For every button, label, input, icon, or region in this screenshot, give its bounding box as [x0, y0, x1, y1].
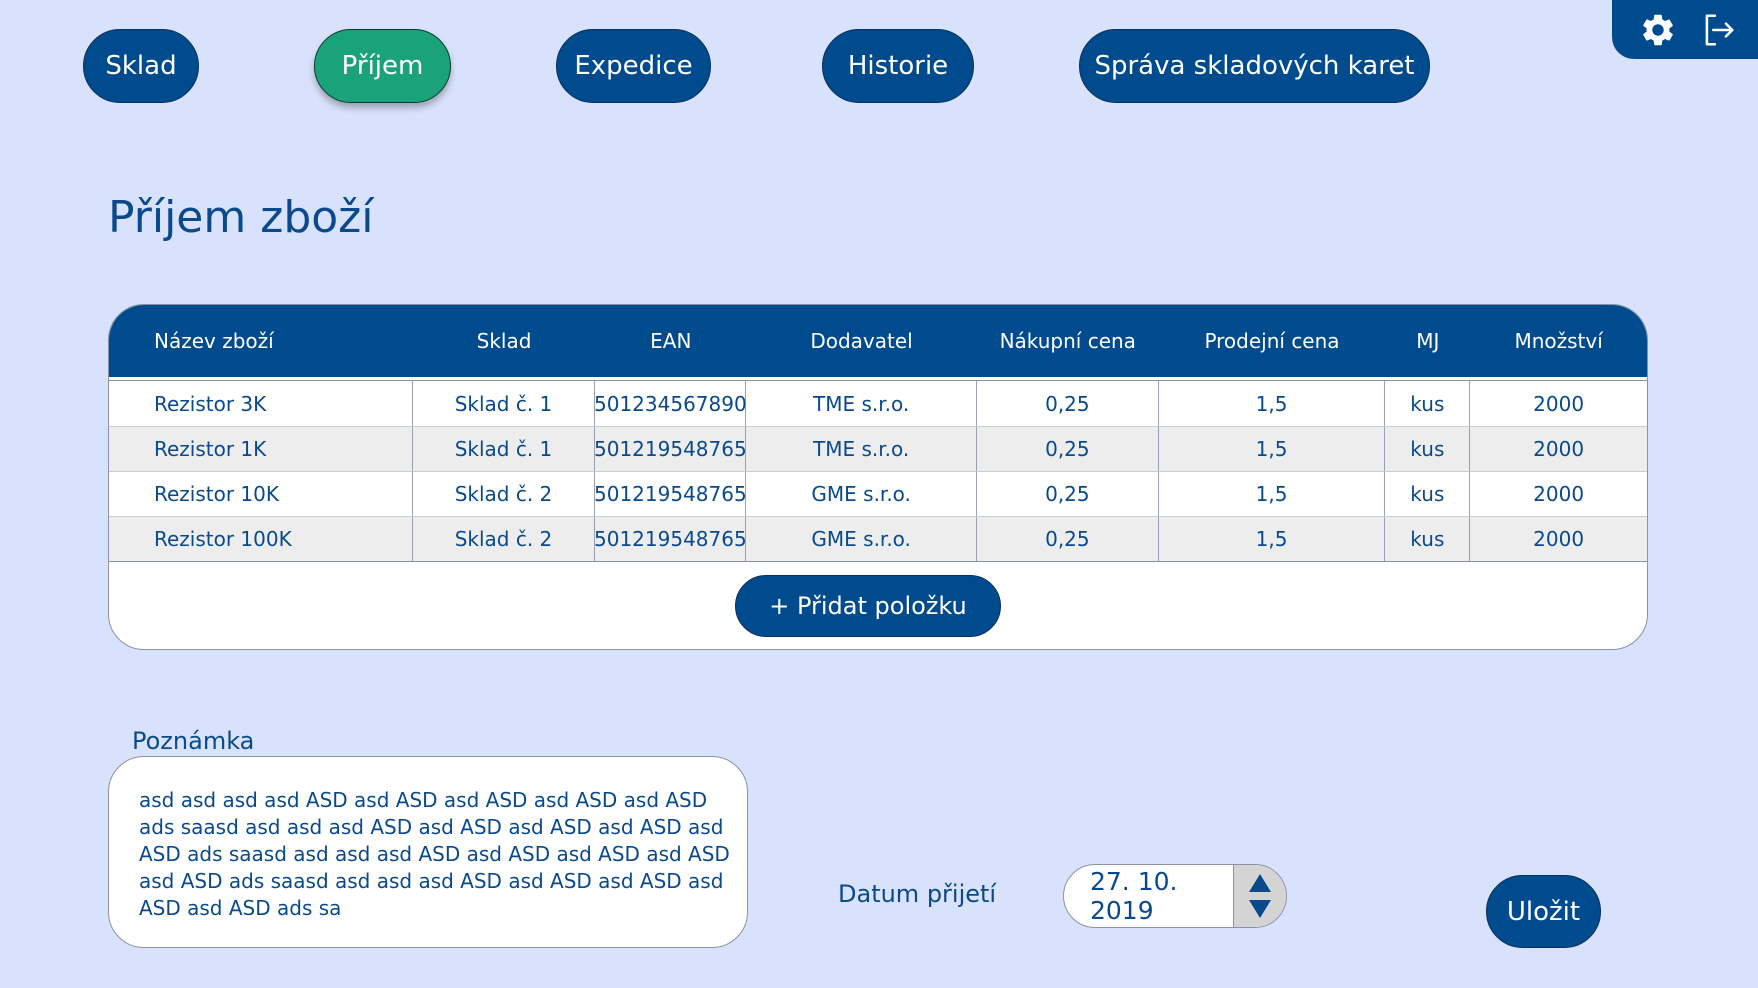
cell-purchase-price: 0,25 — [977, 381, 1159, 426]
cell-quantity: 2000 — [1533, 482, 1585, 506]
cell-sale-price: 1,5 — [1159, 427, 1386, 471]
cell-ean: 501219548765 — [594, 472, 747, 516]
cell-supplier: TME s.r.o. — [746, 381, 977, 426]
column-header-unit[interactable]: MJ — [1385, 305, 1470, 377]
cell-unit: kus — [1385, 517, 1471, 561]
cell-purchase-price: 0,25 — [977, 427, 1159, 471]
table-body: Rezistor 3K Sklad č. 1 501234567890 TME … — [109, 380, 1647, 562]
cell-quantity: 2000 — [1533, 391, 1585, 416]
top-right-toolbar — [1612, 0, 1758, 59]
cell-name: Rezistor 1K — [109, 427, 413, 471]
nav-sprava-button[interactable]: Správa skladových karet — [1079, 29, 1430, 103]
date-input[interactable]: 27. 10. 2019 — [1063, 864, 1287, 928]
cell-warehouse: Sklad č. 1 — [413, 381, 596, 426]
cell-quantity: 2000 — [1533, 527, 1585, 551]
cell-name: Rezistor 3K — [109, 381, 413, 426]
table-row[interactable]: Rezistor 10K Sklad č. 2 501219548765 GME… — [109, 471, 1647, 516]
date-label: Datum přijetí — [838, 880, 997, 908]
cell-sale-price: 1,5 — [1159, 517, 1386, 561]
nav-prijem-button[interactable]: Příjem — [314, 29, 451, 103]
column-header-warehouse[interactable]: Sklad — [413, 305, 596, 377]
cell-purchase-price: 0,25 — [977, 517, 1159, 561]
cell-supplier: GME s.r.o. — [746, 472, 977, 516]
nav-expedice-button[interactable]: Expedice — [556, 29, 711, 103]
column-header-name[interactable]: Název zboží — [109, 305, 413, 377]
cell-name: Rezistor 10K — [109, 472, 413, 516]
cell-supplier: TME s.r.o. — [746, 427, 977, 471]
cell-purchase-price: 0,25 — [977, 472, 1159, 516]
cell-unit: kus — [1385, 472, 1471, 516]
column-header-supplier[interactable]: Dodavatel — [746, 305, 977, 377]
items-table: Název zboží Sklad EAN Dodavatel Nákupní … — [108, 304, 1648, 650]
date-value[interactable]: 27. 10. 2019 — [1064, 865, 1233, 927]
column-header-ean[interactable]: EAN — [595, 305, 746, 377]
cell-name: Rezistor 100K — [109, 517, 413, 561]
cell-unit: kus — [1385, 427, 1471, 471]
logout-icon[interactable] — [1697, 9, 1739, 51]
cell-warehouse: Sklad č. 2 — [413, 517, 596, 561]
column-header-sale-price[interactable]: Prodejní cena — [1159, 305, 1386, 377]
save-button[interactable]: Uložit — [1486, 875, 1601, 948]
note-label: Poznámka — [132, 727, 255, 755]
cell-supplier: GME s.r.o. — [746, 517, 977, 561]
table-header: Název zboží Sklad EAN Dodavatel Nákupní … — [109, 305, 1647, 377]
cell-warehouse: Sklad č. 2 — [413, 472, 596, 516]
table-row[interactable]: Rezistor 100K Sklad č. 2 501219548765 GM… — [109, 516, 1647, 561]
nav-sklad-button[interactable]: Sklad — [83, 29, 199, 103]
page-title: Příjem zboží — [108, 192, 374, 243]
cell-ean: 501219548765 — [594, 427, 747, 471]
table-row[interactable]: Rezistor 1K Sklad č. 1 501219548765 TME … — [109, 426, 1647, 471]
nav-historie-button[interactable]: Historie — [822, 29, 974, 103]
triangle-up-icon[interactable] — [1248, 873, 1272, 893]
cell-warehouse: Sklad č. 1 — [413, 427, 596, 471]
gear-icon[interactable] — [1637, 9, 1679, 51]
triangle-down-icon[interactable] — [1248, 899, 1272, 919]
column-header-purchase-price[interactable]: Nákupní cena — [977, 305, 1159, 377]
table-row[interactable]: Rezistor 3K Sklad č. 1 501234567890 TME … — [109, 381, 1647, 426]
column-header-quantity[interactable]: Množství — [1470, 305, 1647, 377]
cell-ean: 501234567890 — [594, 381, 747, 426]
cell-sale-price: 1,5 — [1159, 381, 1386, 426]
note-textarea[interactable]: asd asd asd asd ASD asd ASD asd ASD asd … — [108, 756, 748, 948]
date-spinner — [1233, 865, 1286, 927]
cell-quantity: 2000 — [1533, 437, 1585, 461]
cell-unit: kus — [1385, 381, 1471, 426]
cell-ean: 501219548765 — [594, 517, 747, 561]
cell-sale-price: 1,5 — [1159, 472, 1386, 516]
add-item-button[interactable]: + Přidat položku — [735, 575, 1001, 637]
